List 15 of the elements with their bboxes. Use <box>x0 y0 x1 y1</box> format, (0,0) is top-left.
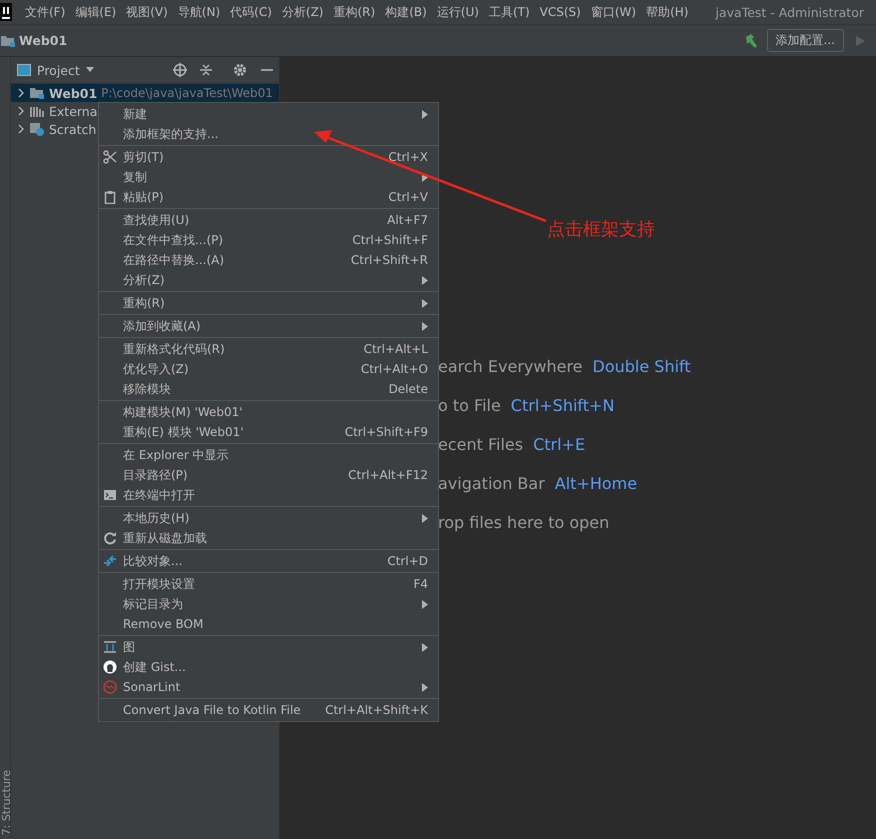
tree-label: Web01 <box>49 86 98 100</box>
annotation-text: 点击框架支持 <box>547 218 655 241</box>
hint-shortcut: Ctrl+Shift+N <box>510 396 614 415</box>
window-title: javaTest - Administrator <box>716 4 865 20</box>
hint-text: avigation Bar <box>438 474 545 493</box>
hint-text: earch Everywhere <box>438 357 583 376</box>
tree-path: P:\code\java\javaTest\Web01 <box>101 86 273 100</box>
tree-label: Scratch <box>49 122 96 136</box>
hint-shortcut: Ctrl+E <box>533 435 586 454</box>
hint-shortcut: Alt+Home <box>554 474 638 493</box>
tree-label: Externa <box>49 104 98 118</box>
hint-shortcut: Double Shift <box>592 357 691 376</box>
hint-text: rop files here to open <box>438 513 610 532</box>
hint-text: o to File <box>438 396 501 415</box>
hint-text: ecent Files <box>438 435 524 454</box>
